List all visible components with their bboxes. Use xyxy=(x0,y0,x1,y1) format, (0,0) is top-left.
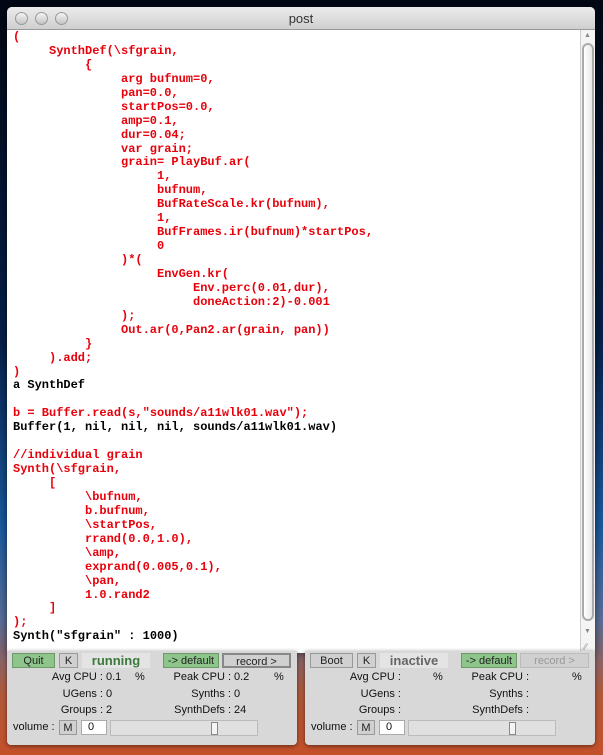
synths-label: Synths : xyxy=(191,688,231,700)
local-server-panel: Quit K running -> default record > Avg C… xyxy=(7,651,297,745)
ugens-value: 0 xyxy=(106,688,113,700)
code-line: amp=0.1, xyxy=(121,113,179,128)
synthdefs-value: 24 xyxy=(234,704,247,716)
code-line: ] xyxy=(49,601,57,616)
code-line: EnvGen.kr( xyxy=(157,266,230,281)
synthdefs-label: SynthDefs : xyxy=(472,704,529,716)
volume-slider-knob[interactable] xyxy=(211,722,219,735)
peak-cpu-value: 0.2 xyxy=(234,671,250,683)
code-line: \pan, xyxy=(85,573,122,588)
default-server-button[interactable]: -> default xyxy=(163,653,219,668)
groups-label: Groups : xyxy=(60,704,103,716)
window-title: post xyxy=(288,11,314,26)
zoom-button[interactable] xyxy=(55,12,68,25)
close-button[interactable] xyxy=(15,12,28,25)
avg-cpu-percent: % xyxy=(135,671,145,683)
code-line: arg bufnum=0, xyxy=(121,71,215,86)
synths-label: Synths : xyxy=(489,688,529,700)
default-server-button[interactable]: -> default xyxy=(461,653,517,668)
volume-slider[interactable] xyxy=(408,720,556,736)
code-line: Env.perc(0.01,dur), xyxy=(193,280,330,295)
volume-label: volume : xyxy=(13,721,55,733)
code-line: doneAction:2)-0.001 xyxy=(193,294,330,309)
server-status: inactive xyxy=(380,653,448,668)
internal-server-panel: Boot K inactive -> default record > Avg … xyxy=(305,651,595,745)
minimize-button[interactable] xyxy=(35,12,48,25)
synths-value: 0 xyxy=(234,688,241,700)
groups-value: 2 xyxy=(106,704,113,716)
title-bar[interactable]: post xyxy=(7,7,595,30)
code-line: var grain; xyxy=(121,141,194,156)
scroll-up-arrow-icon[interactable]: ▲ xyxy=(584,32,591,39)
code-line: } xyxy=(85,336,93,351)
peak-cpu-percent: % xyxy=(274,671,284,683)
kill-button[interactable]: K xyxy=(357,653,376,668)
peak-cpu-percent: % xyxy=(572,671,582,683)
output-line: Synth("sfgrain" : 1000) xyxy=(13,629,179,644)
code-line: exprand(0.005,0.1), xyxy=(85,559,222,574)
mute-button[interactable]: M xyxy=(357,720,375,735)
code-line: Synth(\sfgrain, xyxy=(13,462,122,477)
volume-label: volume : xyxy=(311,721,353,733)
post-window: post ( SynthDef(\sfgrain,{ arg bufnum=0, pa… xyxy=(7,7,595,653)
code-line: BufFrames.ir(bufnum)*startPos, xyxy=(157,225,374,240)
boot-quit-button[interactable]: Quit xyxy=(12,653,55,668)
code-line: bufnum, xyxy=(157,183,208,198)
code-line: 0 xyxy=(157,239,165,254)
code-line: BufRateScale.kr(bufnum), xyxy=(157,197,330,212)
kill-button[interactable]: K xyxy=(59,653,78,668)
groups-label: Groups : xyxy=(358,704,401,716)
code-line: pan=0.0, xyxy=(121,85,179,100)
vertical-scrollbar[interactable]: ▲ ▼ ⁄⁄ xyxy=(580,30,595,653)
scroll-thumb[interactable] xyxy=(582,43,594,621)
peak-cpu-label: Peak CPU : xyxy=(471,671,529,683)
code-line: Out.ar(0,Pan2.ar(grain, pan)) xyxy=(121,322,330,337)
code-line: SynthDef(\sfgrain, xyxy=(49,43,179,58)
synthdefs-label: SynthDefs : xyxy=(174,704,231,716)
code-line: ).add; xyxy=(49,350,93,365)
avg-cpu-value: 0.1 xyxy=(106,671,122,683)
avg-cpu-label: Avg CPU : xyxy=(51,671,103,683)
volume-slider-knob[interactable] xyxy=(509,722,517,735)
server-status: running xyxy=(82,653,150,668)
code-line: { xyxy=(85,57,93,72)
code-line: ); xyxy=(13,615,28,630)
code-line: [ xyxy=(49,476,57,490)
volume-slider[interactable] xyxy=(110,720,258,736)
volume-number-field[interactable]: 0 xyxy=(81,720,107,735)
code-line: 1, xyxy=(157,169,172,184)
output-line: a SynthDef xyxy=(13,378,86,393)
code-line: 1.0.rand2 xyxy=(85,587,150,602)
boot-quit-button[interactable]: Boot xyxy=(310,653,353,668)
ugens-label: UGens : xyxy=(62,688,103,700)
code-line: b.bufnum, xyxy=(85,503,150,518)
code-line: \bufnum, xyxy=(85,489,143,504)
code-line: grain= PlayBuf.ar( xyxy=(121,155,251,170)
code-line: \amp, xyxy=(85,545,122,560)
code-line: rrand(0.0,1.0), xyxy=(85,531,194,546)
output-line: Buffer(1, nil, nil, nil, sounds/a11wlk01… xyxy=(13,420,338,435)
post-text-area[interactable]: ( SynthDef(\sfgrain,{ arg bufnum=0, pan=0.0… xyxy=(7,30,580,653)
record-button[interactable]: record > xyxy=(520,653,589,668)
ugens-label: UGens : xyxy=(360,688,401,700)
volume-number-field[interactable]: 0 xyxy=(379,720,405,735)
record-button[interactable]: record > xyxy=(222,653,291,668)
scroll-down-arrow-icon[interactable]: ▼ xyxy=(584,628,591,635)
code-line: 1, xyxy=(157,211,172,226)
code-line: //individual grain xyxy=(13,448,143,463)
code-line: b = Buffer.read(s,"sounds/a11wlk01.wav")… xyxy=(13,406,309,421)
code-line: ) xyxy=(13,364,21,379)
code-line: dur=0.04; xyxy=(121,127,186,142)
peak-cpu-label: Peak CPU : xyxy=(173,671,231,683)
code-line: startPos=0.0, xyxy=(121,99,215,114)
mute-button[interactable]: M xyxy=(59,720,77,735)
avg-cpu-label: Avg CPU : xyxy=(349,671,401,683)
code-line: ); xyxy=(121,308,136,323)
code-line: \startPos, xyxy=(85,517,158,532)
avg-cpu-percent: % xyxy=(433,671,443,683)
code-line: )*( xyxy=(121,253,143,267)
code-line: ( xyxy=(13,30,21,44)
